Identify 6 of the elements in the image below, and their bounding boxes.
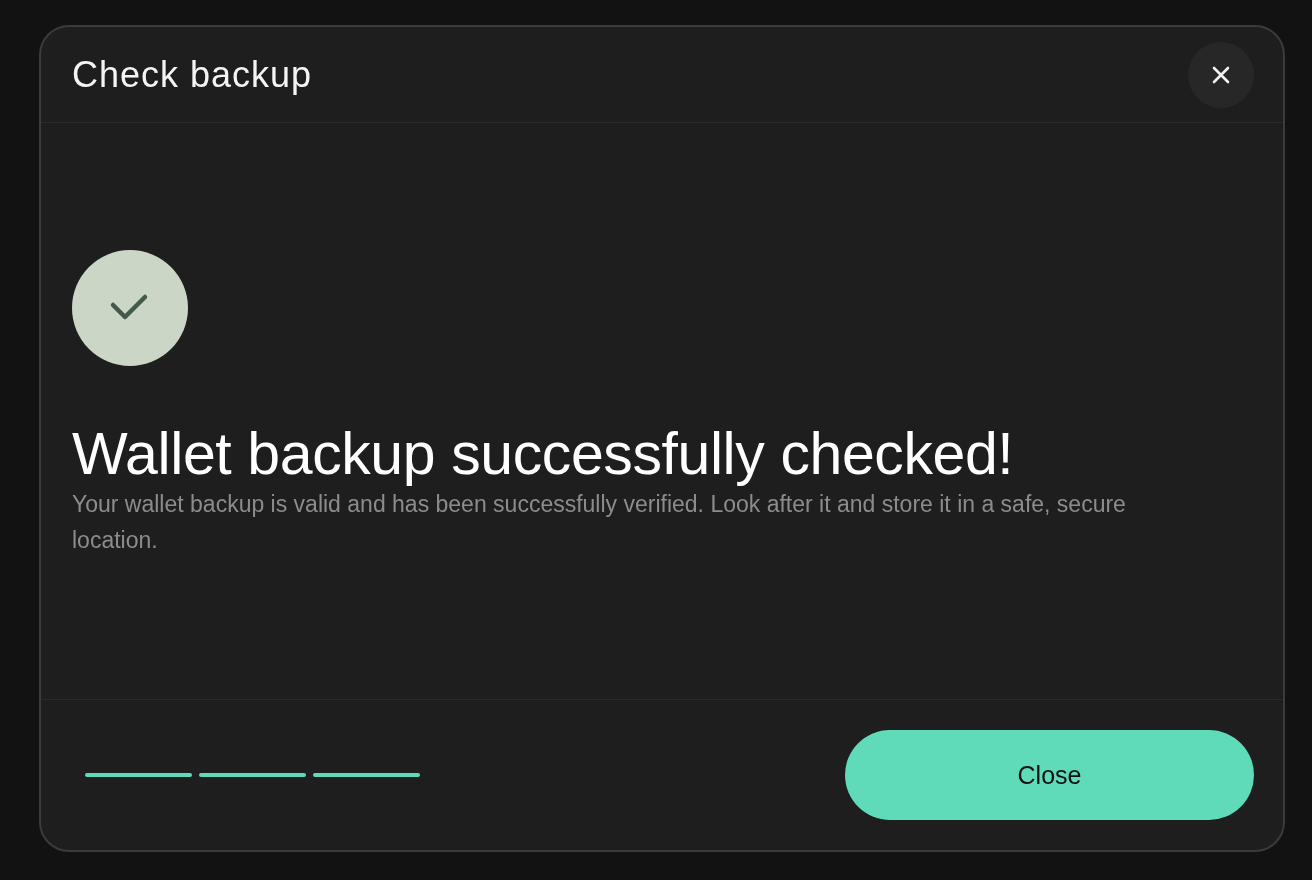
check-circle-icon: [72, 250, 188, 366]
close-icon: [1212, 65, 1230, 84]
status-message: Your wallet backup is valid and has been successfully verified. Look after it and store it in a safe, secure location.: [72, 490, 1127, 555]
close-action-button[interactable]: Close: [845, 730, 1254, 820]
status-heading: Wallet backup successfully checked!: [72, 422, 1014, 486]
dialog-title: Check backup: [72, 53, 313, 96]
